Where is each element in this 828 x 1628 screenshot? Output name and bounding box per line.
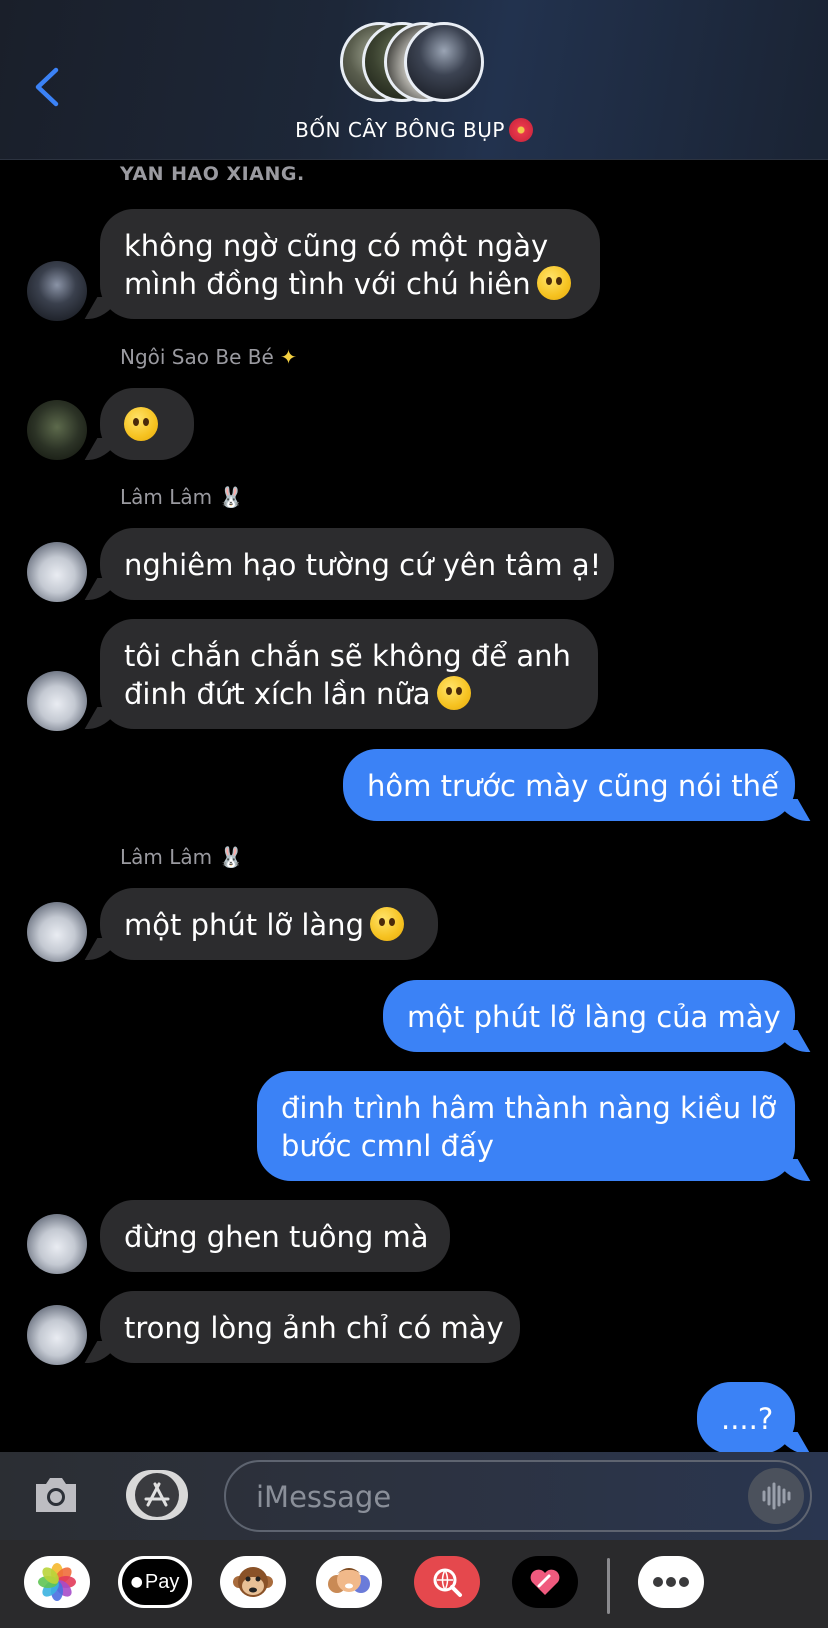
- apple-logo-icon: ●: [130, 1574, 143, 1590]
- message-field[interactable]: [224, 1460, 812, 1532]
- group-title[interactable]: BỐN CÂY BÔNG BỤP: [0, 118, 828, 142]
- avatar[interactable]: [27, 400, 87, 460]
- avatar[interactable]: [27, 1305, 87, 1365]
- rabbit-face-icon: 🐰: [218, 485, 244, 509]
- message-bubble-incoming[interactable]: không ngờ cũng có một ngày mình đồng tìn…: [100, 209, 600, 319]
- pleading-face-icon: [124, 407, 158, 441]
- drawer-divider: [607, 1558, 610, 1614]
- message-bubble-incoming[interactable]: đừng ghen tuông mà: [100, 1200, 450, 1272]
- sender-name: Lâm Lâm 🐰: [120, 845, 244, 869]
- waveform-icon: [762, 1482, 791, 1510]
- message-text: nghiêm hạo tường cứ yên tâm ạ!: [124, 548, 602, 582]
- message-text: bước cmnl đấy: [281, 1129, 494, 1163]
- camera-button[interactable]: [32, 1472, 80, 1516]
- message-text: trong lòng ảnh chỉ có mày: [124, 1311, 504, 1345]
- message-bubble-incoming[interactable]: nghiêm hạo tường cứ yên tâm ạ!: [100, 528, 614, 600]
- message-bubble-incoming[interactable]: một phút lỡ làng: [100, 888, 438, 960]
- camera-icon: [36, 1478, 76, 1512]
- sender-name: YAN HAO XIANG.: [120, 163, 305, 185]
- sender-name: Lâm Lâm 🐰: [120, 485, 244, 509]
- message-bubble-outgoing[interactable]: một phút lỡ làng của mày: [383, 980, 795, 1052]
- web-search-button[interactable]: [414, 1556, 480, 1608]
- grinning-face-icon: [536, 266, 571, 300]
- hibiscus-icon: [508, 118, 533, 142]
- dictation-button[interactable]: [748, 1468, 804, 1524]
- avatar[interactable]: [27, 671, 87, 731]
- message-bubble-incoming[interactable]: tôi chắn chắn sẽ không để anh đinh đứt x…: [100, 619, 598, 729]
- avatar[interactable]: [27, 261, 87, 321]
- avatar[interactable]: [27, 902, 87, 962]
- sender-name: Ngôi Sao Be Bé ✦: [120, 345, 297, 369]
- message-text: ....?: [721, 1402, 774, 1436]
- apple-pay-icon: ● Pay: [122, 1559, 188, 1605]
- chevron-left-icon: [35, 67, 59, 107]
- message-bubble-incoming[interactable]: trong lòng ảnh chỉ có mày: [100, 1291, 520, 1363]
- message-text: một phút lỡ làng của mày: [407, 1000, 781, 1034]
- memoji-button[interactable]: [316, 1556, 382, 1608]
- avatar[interactable]: [27, 542, 87, 602]
- pleading-face-icon: [369, 907, 404, 941]
- more-apps-button[interactable]: [638, 1556, 704, 1608]
- photos-icon: [38, 1563, 76, 1601]
- conversation-header: BỐN CÂY BÔNG BỤP: [0, 0, 828, 160]
- message-text: đinh trình hâm thành nàng kiều lỡ: [281, 1091, 777, 1125]
- message-bubble-outgoing[interactable]: đinh trình hâm thành nàng kiều lỡ bước c…: [257, 1071, 795, 1181]
- message-text: hôm trước mày cũng nói thế: [367, 769, 779, 803]
- rabbit-face-icon: 🐰: [218, 845, 244, 869]
- group-avatars[interactable]: [340, 22, 490, 108]
- message-input[interactable]: [254, 1474, 718, 1520]
- avatar[interactable]: [27, 1214, 87, 1274]
- saluting-face-icon: [436, 676, 471, 710]
- app-store-icon: [135, 1473, 179, 1517]
- group-name-text: BỐN CÂY BÔNG BỤP: [295, 118, 505, 142]
- memoji-icon: [328, 1568, 370, 1593]
- apple-pay-button[interactable]: ● Pay: [118, 1556, 192, 1608]
- sparkles-icon: ✦: [280, 345, 297, 369]
- message-bubble-incoming[interactable]: [100, 388, 194, 460]
- app-drawer: ● Pay: [0, 1540, 828, 1628]
- web-search-icon: [433, 1568, 462, 1597]
- photos-app-button[interactable]: [24, 1556, 90, 1608]
- message-text: không ngờ cũng có một ngày: [124, 229, 549, 263]
- digital-touch-button[interactable]: [512, 1556, 578, 1608]
- message-text-line: một phút lỡ làng: [124, 906, 414, 944]
- animoji-button[interactable]: [220, 1556, 286, 1608]
- message-bubble-outgoing[interactable]: hôm trước mày cũng nói thế: [343, 749, 795, 821]
- message-text-line: đinh đứt xích lần nữa: [124, 675, 574, 713]
- more-icon: [653, 1577, 689, 1587]
- message-bubble-outgoing[interactable]: ....?: [697, 1382, 795, 1454]
- app-store-button[interactable]: [126, 1470, 188, 1520]
- back-button[interactable]: [30, 62, 70, 112]
- digital-touch-icon: [530, 1569, 560, 1595]
- message-text: đừng ghen tuông mà: [124, 1220, 429, 1254]
- group-member-avatar: [404, 22, 484, 102]
- compose-bar: [0, 1452, 828, 1540]
- message-text-line: mình đồng tình với chú hiên: [124, 265, 576, 303]
- message-text: tôi chắn chắn sẽ không để anh: [124, 639, 571, 673]
- monkey-animoji-icon: [233, 1567, 273, 1597]
